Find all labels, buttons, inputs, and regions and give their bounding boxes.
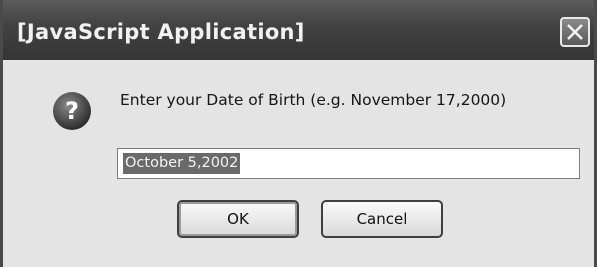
date-of-birth-input[interactable] — [117, 148, 580, 179]
question-icon: ? — [53, 92, 91, 130]
prompt-dialog-window: [JavaScript Application] ? Enter your Da… — [0, 0, 597, 267]
prompt-text: Enter your Date of Birth (e.g. November … — [120, 91, 507, 109]
window-title: [JavaScript Application] — [17, 20, 305, 44]
ok-button[interactable]: OK — [177, 200, 299, 238]
close-icon — [567, 24, 583, 40]
cancel-button[interactable]: Cancel — [321, 200, 443, 238]
title-bar[interactable]: [JavaScript Application] — [3, 0, 594, 60]
svg-text:?: ? — [65, 97, 79, 125]
dialog-content: ? Enter your Date of Birth (e.g. Novembe… — [3, 60, 594, 267]
close-button[interactable] — [560, 17, 590, 47]
